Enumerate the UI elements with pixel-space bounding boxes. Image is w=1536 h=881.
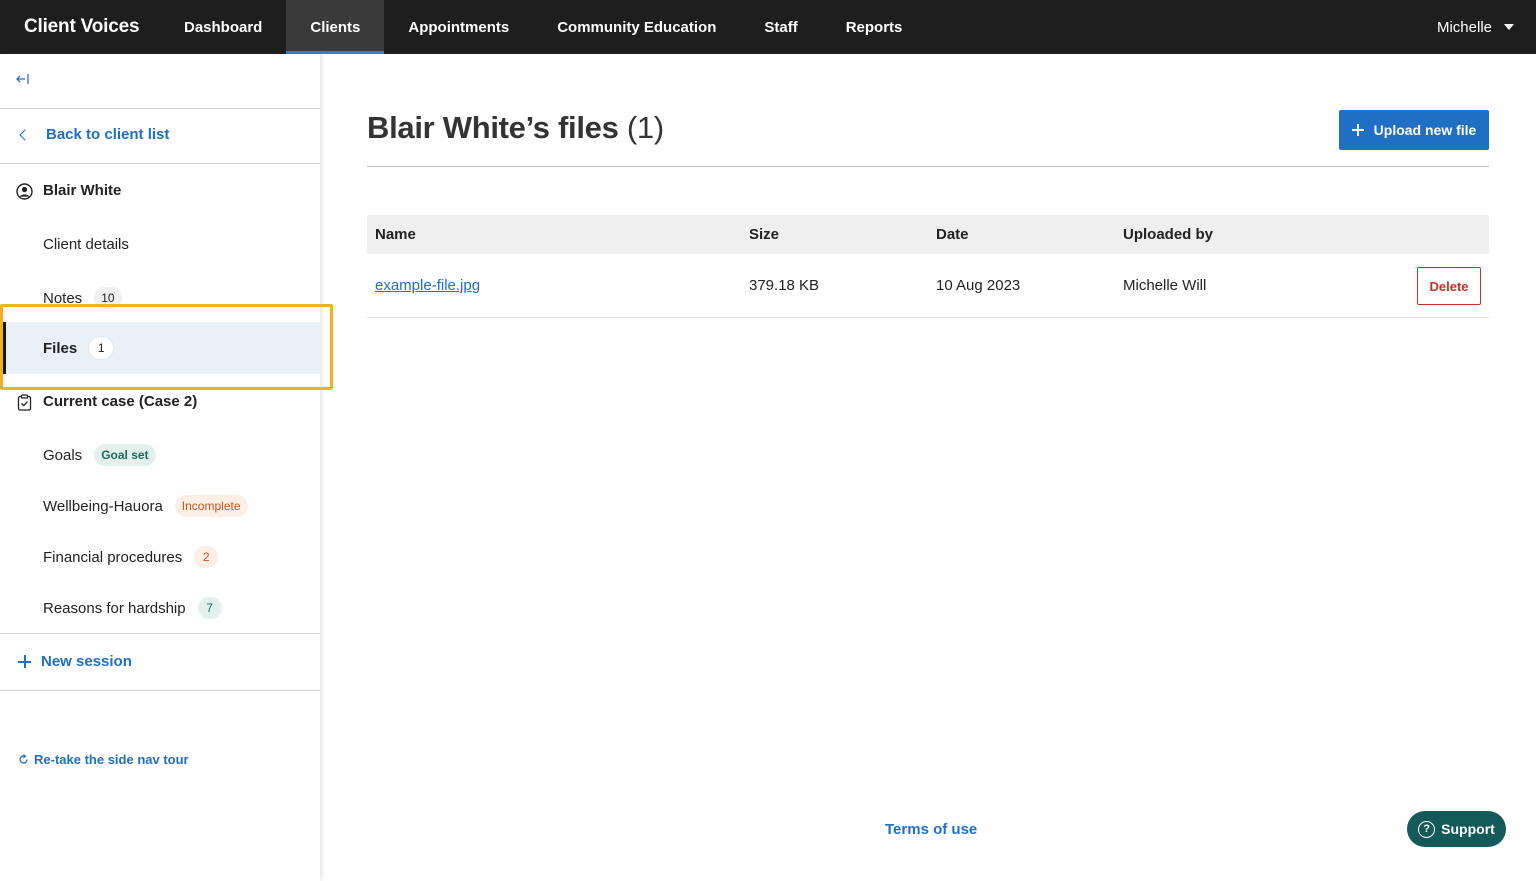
nav-community-education[interactable]: Community Education bbox=[533, 0, 740, 54]
sidebar-item-label: Financial procedures bbox=[43, 548, 183, 566]
sidebar-item-files[interactable]: Files 1 bbox=[43, 337, 114, 359]
nav-dashboard[interactable]: Dashboard bbox=[160, 0, 286, 54]
sidebar-item-client-details[interactable]: Client details bbox=[43, 236, 129, 253]
brand-logo[interactable]: Client Voices bbox=[0, 0, 160, 54]
clipboard-icon bbox=[17, 394, 32, 411]
plus-icon bbox=[18, 655, 31, 668]
upload-label: Upload new file bbox=[1373, 122, 1477, 138]
file-size: 379.18 KB bbox=[749, 277, 820, 294]
file-name-link[interactable]: example-file.jpg bbox=[375, 277, 480, 294]
new-session-button[interactable]: New session bbox=[18, 653, 132, 670]
column-header-uploaded-by[interactable]: Uploaded by bbox=[1123, 226, 1213, 243]
caret-down-icon bbox=[1504, 24, 1514, 30]
retake-tour-link[interactable]: Re-take the side nav tour bbox=[18, 752, 189, 767]
back-label: Back to client list bbox=[46, 126, 170, 143]
sidebar-item-financial-procedures[interactable]: Financial procedures 2 bbox=[43, 546, 219, 568]
sidebar-item-label: Goals bbox=[43, 446, 83, 464]
count-badge: 2 bbox=[194, 546, 219, 568]
table-row: example-file.jpg 379.18 KB 10 Aug 2023 M… bbox=[367, 254, 1489, 318]
count-badge: 1 bbox=[89, 337, 114, 359]
sidebar-current-case[interactable]: Current case (Case 2) bbox=[43, 393, 197, 410]
side-nav: Back to client list Blair White Client d… bbox=[0, 54, 320, 881]
nav-clients[interactable]: Clients bbox=[286, 0, 385, 54]
divider bbox=[367, 166, 1489, 167]
nav-reports[interactable]: Reports bbox=[822, 0, 927, 54]
page-title-text: Blair White’s files bbox=[367, 110, 619, 145]
sidebar-client-name[interactable]: Blair White bbox=[43, 182, 121, 199]
main-nav: Dashboard Clients Appointments Community… bbox=[160, 0, 926, 54]
retake-tour-label: Re-take the side nav tour bbox=[34, 752, 189, 767]
page-title-count: (1) bbox=[626, 110, 664, 145]
help-icon: ? bbox=[1418, 820, 1436, 838]
upload-new-file-button[interactable]: Upload new file bbox=[1339, 110, 1489, 150]
file-uploaded-by: Michelle Will bbox=[1123, 277, 1207, 294]
column-header-size[interactable]: Size bbox=[749, 226, 779, 243]
collapse-left-icon[interactable] bbox=[16, 72, 30, 89]
sidebar-item-reasons-for-hardship[interactable]: Reasons for hardship 7 bbox=[43, 597, 222, 619]
column-header-name[interactable]: Name bbox=[375, 226, 416, 243]
divider bbox=[0, 690, 320, 691]
support-label: Support bbox=[1441, 821, 1495, 837]
sidebar-item-label: Notes bbox=[43, 289, 83, 307]
sidebar-item-label: Files bbox=[43, 339, 78, 357]
sidebar-item-label: Reasons for hardship bbox=[43, 599, 186, 617]
status-badge: Goal set bbox=[94, 444, 156, 466]
divider bbox=[0, 108, 320, 109]
support-button[interactable]: ? Support bbox=[1407, 811, 1506, 847]
count-badge: 7 bbox=[197, 597, 222, 619]
file-date: 10 Aug 2023 bbox=[936, 277, 1021, 294]
sidebar-item-notes[interactable]: Notes 10 bbox=[43, 287, 122, 309]
terms-of-use-link[interactable]: Terms of use bbox=[885, 821, 977, 838]
nav-staff[interactable]: Staff bbox=[740, 0, 821, 54]
plus-icon bbox=[1351, 124, 1364, 136]
nav-appointments[interactable]: Appointments bbox=[384, 0, 533, 54]
back-to-client-list-link[interactable]: Back to client list bbox=[18, 126, 169, 143]
count-badge: 10 bbox=[94, 287, 122, 309]
chevron-left-icon bbox=[19, 128, 31, 141]
divider bbox=[0, 163, 320, 164]
user-circle-icon bbox=[16, 183, 33, 200]
user-menu[interactable]: Michelle bbox=[1437, 0, 1536, 54]
files-table: Name Size Date Uploaded by example-file.… bbox=[367, 215, 1489, 318]
status-badge: Incomplete bbox=[174, 495, 248, 517]
new-session-label: New session bbox=[41, 653, 132, 670]
page-title: Blair White’s files (1) bbox=[367, 110, 664, 146]
sidebar-item-goals[interactable]: Goals Goal set bbox=[43, 444, 156, 466]
top-nav: Client Voices Dashboard Clients Appointm… bbox=[0, 0, 1536, 54]
table-header: Name Size Date Uploaded by bbox=[367, 215, 1489, 254]
user-name: Michelle bbox=[1436, 18, 1492, 36]
delete-button[interactable]: Delete bbox=[1417, 267, 1481, 305]
column-header-date[interactable]: Date bbox=[936, 226, 969, 243]
divider bbox=[0, 633, 320, 634]
sidebar-item-wellbeing[interactable]: Wellbeing-Hauora Incomplete bbox=[43, 495, 248, 517]
sidebar-item-label: Wellbeing-Hauora bbox=[43, 497, 163, 515]
refresh-icon bbox=[19, 754, 28, 764]
